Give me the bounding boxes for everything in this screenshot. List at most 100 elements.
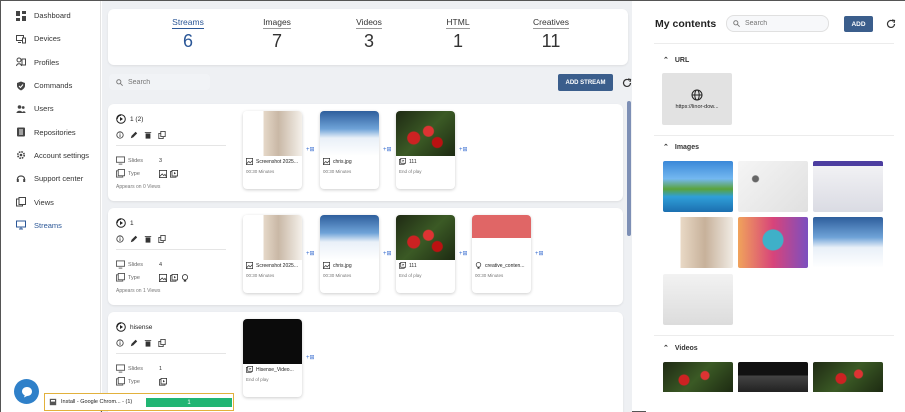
type-label: Type bbox=[128, 378, 140, 385]
image-thumbnail[interactable] bbox=[663, 217, 733, 268]
trash-icon[interactable] bbox=[144, 235, 152, 243]
edit-icon[interactable] bbox=[130, 131, 138, 139]
insert-slide-button[interactable]: +⊞ bbox=[383, 146, 392, 153]
download-progress-label: 1 bbox=[187, 399, 191, 406]
image-thumbnail[interactable] bbox=[813, 161, 883, 212]
stream-tile[interactable]: 111 End of play bbox=[396, 215, 455, 293]
edit-icon[interactable] bbox=[130, 339, 138, 347]
refresh-icon[interactable] bbox=[622, 78, 632, 88]
sidebar-item-profiles[interactable]: Profiles bbox=[1, 51, 100, 74]
section-label: URL bbox=[674, 56, 690, 64]
stream-search[interactable] bbox=[109, 74, 210, 90]
section-videos[interactable]: ⌃ Videos bbox=[663, 344, 698, 353]
image-thumbnail[interactable] bbox=[663, 161, 733, 212]
appears-on: Appears on 1 Views bbox=[116, 288, 161, 294]
stat-html[interactable]: HTML 1 bbox=[428, 17, 488, 52]
insert-slide-button[interactable]: +⊞ bbox=[306, 146, 315, 153]
video-type-icon bbox=[170, 273, 178, 282]
copy-icon[interactable] bbox=[158, 131, 166, 139]
contents-search[interactable] bbox=[726, 15, 829, 32]
profiles-icon bbox=[16, 57, 26, 67]
add-content-button[interactable]: ADD bbox=[844, 16, 873, 32]
section-images[interactable]: ⌃ Images bbox=[663, 143, 699, 152]
trash-icon[interactable] bbox=[144, 339, 152, 347]
sidebar-item-account-settings[interactable]: Account settings bbox=[1, 144, 100, 167]
video-icon bbox=[399, 262, 406, 269]
copy-icon[interactable] bbox=[158, 235, 166, 243]
slides-count: 4 bbox=[159, 261, 163, 268]
stream-card[interactable]: 1 (2) Slides 3 Type Appears on 0 Views S… bbox=[108, 104, 623, 201]
stat-videos[interactable]: Videos 3 bbox=[339, 17, 399, 52]
tile-duration: End of play bbox=[399, 169, 422, 174]
image-thumbnail[interactable] bbox=[738, 161, 808, 212]
search-input[interactable] bbox=[745, 20, 825, 27]
sidebar-item-support-center[interactable]: Support center bbox=[1, 167, 100, 190]
image-thumbnail[interactable] bbox=[813, 217, 883, 268]
chevron-up-icon: ⌃ bbox=[663, 345, 669, 352]
dashboard-icon bbox=[16, 10, 26, 21]
stream-tile[interactable]: creative_conten... 00:30 Minutes bbox=[472, 215, 531, 293]
sidebar-item-repositories[interactable]: Repositories bbox=[1, 120, 100, 143]
chevron-up-icon: ⌃ bbox=[663, 144, 669, 151]
stream-icon bbox=[116, 322, 126, 332]
video-thumbnail[interactable] bbox=[738, 362, 808, 392]
stat-creatives[interactable]: Creatives 11 bbox=[521, 17, 581, 52]
add-stream-button[interactable]: ADD STREAM bbox=[558, 74, 613, 91]
mountain-thumbnail bbox=[320, 111, 379, 156]
insert-slide-button[interactable]: +⊞ bbox=[306, 354, 315, 361]
video-thumbnail[interactable] bbox=[663, 362, 733, 392]
tile-name: creative_conten... bbox=[485, 262, 525, 269]
insert-slide-button[interactable]: +⊞ bbox=[535, 250, 544, 257]
video-thumbnail[interactable] bbox=[813, 362, 883, 392]
file-icon bbox=[49, 398, 57, 406]
stream-tile[interactable]: Hisense_Video... End of play bbox=[243, 319, 302, 397]
stats-bar: Streams 6 Images 7 Videos 3 HTML 1 Creat… bbox=[108, 9, 628, 65]
info-icon[interactable] bbox=[116, 339, 124, 347]
search-icon bbox=[733, 20, 740, 27]
stream-card[interactable]: 1 Slides 4 Type Appears on 1 Views Scree… bbox=[108, 208, 623, 305]
image-thumbnail[interactable] bbox=[663, 274, 733, 325]
stream-tile[interactable]: Screenshot 2025... 00:30 Minutes bbox=[243, 111, 302, 189]
section-url[interactable]: ⌃ URL bbox=[663, 56, 690, 65]
headset-icon bbox=[16, 174, 26, 184]
edit-icon[interactable] bbox=[130, 235, 138, 243]
streams-scrollbar[interactable] bbox=[627, 101, 631, 236]
url-item[interactable]: https://linor-dow... bbox=[662, 73, 732, 125]
info-icon[interactable] bbox=[116, 131, 124, 139]
sidebar-item-users[interactable]: Users bbox=[1, 97, 100, 120]
slides-label: Slides bbox=[128, 365, 143, 372]
stream-icon bbox=[116, 114, 126, 124]
insert-slide-button[interactable]: +⊞ bbox=[383, 250, 392, 257]
tile-duration: End of play bbox=[399, 273, 422, 278]
stream-tile[interactable]: chris.jpg 00:30 Minutes bbox=[320, 111, 379, 189]
image-thumbnail[interactable] bbox=[738, 217, 808, 268]
sidebar-item-devices[interactable]: Devices bbox=[1, 27, 100, 50]
insert-slide-button[interactable]: +⊞ bbox=[306, 250, 315, 257]
sidebar-item-streams[interactable]: Streams bbox=[1, 214, 100, 237]
stat-value: 11 bbox=[541, 31, 561, 51]
stream-tile[interactable]: 111 End of play bbox=[396, 111, 455, 189]
type-icon bbox=[116, 377, 125, 386]
sidebar-item-views[interactable]: Views bbox=[1, 190, 100, 213]
download-item[interactable]: Install - Google Chrom... - (1) 1 bbox=[44, 393, 234, 411]
copy-icon[interactable] bbox=[158, 339, 166, 347]
refresh-icon[interactable] bbox=[886, 19, 896, 29]
sidebar-item-label: Users bbox=[34, 104, 54, 114]
tile-duration: 00:30 Minutes bbox=[323, 169, 352, 174]
chat-button[interactable] bbox=[14, 379, 39, 404]
tile-duration: 00:30 Minutes bbox=[323, 273, 352, 278]
stat-streams[interactable]: Streams 6 bbox=[158, 17, 218, 52]
search-input[interactable] bbox=[128, 78, 208, 86]
stat-value: 6 bbox=[182, 31, 193, 51]
sidebar-item-dashboard[interactable]: Dashboard bbox=[1, 4, 100, 27]
sidebar-item-commands[interactable]: Commands bbox=[1, 74, 100, 97]
trash-icon[interactable] bbox=[144, 131, 152, 139]
insert-slide-button[interactable]: +⊞ bbox=[459, 146, 468, 153]
type-icon bbox=[116, 273, 125, 282]
insert-slide-button[interactable]: +⊞ bbox=[459, 250, 468, 257]
stream-tile[interactable]: Screenshot 2025... 00:30 Minutes bbox=[243, 215, 302, 293]
stream-tile[interactable]: chris.jpg 00:30 Minutes bbox=[320, 215, 379, 293]
info-icon[interactable] bbox=[116, 235, 124, 243]
stat-images[interactable]: Images 7 bbox=[247, 17, 307, 52]
sidebar-item-label: Account settings bbox=[34, 150, 90, 160]
